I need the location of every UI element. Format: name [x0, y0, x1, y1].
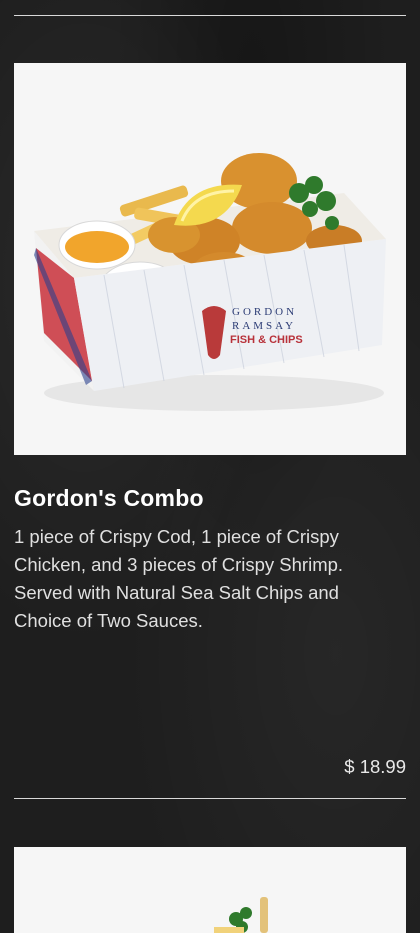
svg-text:RAMSAY: RAMSAY	[232, 320, 296, 332]
fish-and-chips-box-image: GORDON RAMSAY FISH & CHIPS	[14, 63, 406, 455]
item-description: 1 piece of Crispy Cod, 1 piece of Crispy…	[14, 526, 344, 631]
skewer	[260, 897, 268, 933]
svg-text:FISH & CHIPS: FISH & CHIPS	[230, 334, 303, 346]
svg-text:GORDON: GORDON	[232, 306, 297, 318]
divider-top	[14, 15, 406, 16]
next-menu-item-photo[interactable]	[14, 847, 406, 933]
item-price: $ 18.99	[344, 756, 406, 777]
divider-bottom	[14, 798, 406, 799]
next-item-image	[14, 847, 406, 933]
menu-item-photo[interactable]: GORDON RAMSAY FISH & CHIPS	[14, 63, 406, 455]
item-title: Gordon's Combo	[14, 485, 204, 511]
